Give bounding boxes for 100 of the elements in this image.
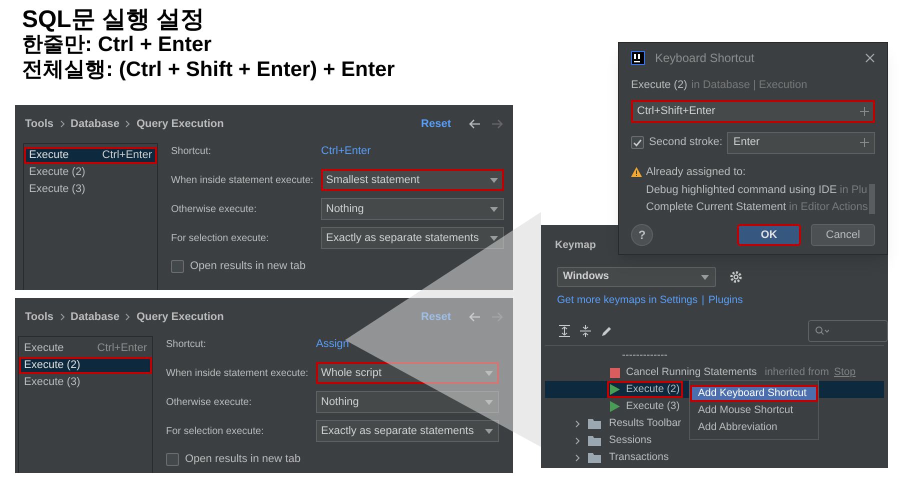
collapse-all-icon	[580, 325, 591, 337]
field-label: Otherwise execute:	[166, 396, 253, 410]
warning-text: Already assigned to:	[646, 164, 746, 180]
context-text: in Database | Execution	[691, 78, 808, 93]
conflict-action: Debug highlighted command using IDE	[646, 183, 837, 198]
checkbox[interactable]	[166, 452, 179, 466]
shortcut-link[interactable]: Ctrl+Enter	[321, 142, 371, 160]
caret-icon	[484, 428, 494, 434]
tree-item[interactable]: Sessions	[609, 432, 652, 448]
cancel-button[interactable]: Cancel	[811, 224, 875, 246]
link[interactable]: Plugins	[708, 294, 743, 307]
action-list-item[interactable]: Execute (3)	[19, 374, 152, 391]
tree-item[interactable]: Execute (2)	[607, 381, 683, 398]
reset-link[interactable]: Reset	[421, 116, 451, 132]
menu-item[interactable]: Add Keyboard Shortcut	[690, 385, 818, 402]
shortcut-field[interactable]: Enter	[727, 132, 875, 154]
action-list-item[interactable]: Execute (3)	[24, 181, 157, 198]
chevron-icon	[575, 454, 580, 462]
link[interactable]: Get more keymaps in Settings	[557, 294, 698, 307]
field-label: When inside statement execute:	[166, 366, 310, 380]
shortcut-field[interactable]: Ctrl+Shift+Enter	[631, 100, 875, 122]
action-label: Execute	[29, 148, 69, 164]
action-list-item[interactable]: Execute Ctrl+Enter	[19, 340, 152, 357]
keymap-dropdown[interactable]: Windows	[557, 267, 716, 287]
headline-text: 전체실행: (Ctrl + Shift + Enter) + Enter	[22, 57, 395, 82]
breadcrumb-item[interactable]: Database	[70, 308, 120, 326]
ok-button[interactable]: OK	[737, 224, 801, 246]
breadcrumb-item[interactable]: Query Execution	[136, 116, 224, 132]
action-list-item[interactable]: Execute Ctrl+Enter	[24, 147, 157, 164]
field-label: For selection execute:	[166, 424, 265, 438]
tree-item[interactable]: Transactions	[609, 450, 669, 466]
tree-item[interactable]: Cancel Running Statements	[607, 364, 760, 381]
action-label: Execute	[24, 341, 64, 356]
checkbox[interactable]	[171, 260, 184, 272]
menu-item[interactable]: Add Abbreviation	[690, 419, 818, 436]
folder-icon	[588, 452, 601, 462]
chevron-icon	[60, 120, 65, 128]
caret-icon	[489, 234, 499, 242]
close-icon	[865, 53, 875, 63]
action-name: Execute (2)	[631, 78, 688, 93]
checkbox-label: Open results in new tab	[190, 258, 306, 274]
help-button[interactable]: ?	[631, 224, 653, 246]
chevron-icon	[125, 120, 130, 128]
breadcrumb-item[interactable]: Database	[70, 116, 120, 132]
checkmark-icon	[633, 138, 642, 146]
action-list-item[interactable]: Execute (2)	[24, 164, 157, 181]
chevron-icon	[575, 420, 580, 428]
separator-text: -------------	[621, 348, 668, 363]
breadcrumb-item[interactable]: Tools	[25, 116, 54, 132]
shortcut-link[interactable]: Assign	[316, 336, 350, 352]
plus-icon	[860, 138, 869, 147]
forward-arrow-icon	[491, 119, 503, 129]
conflict-action: Complete Current Statement	[646, 200, 786, 215]
action-label: Execute (2)	[29, 165, 86, 180]
headline-text: 한줄만: Ctrl + Enter	[22, 32, 213, 57]
caret-icon	[700, 274, 710, 280]
dropdown[interactable]: Exactly as separate statements	[321, 227, 504, 249]
chevron-icon	[60, 313, 65, 321]
checkbox[interactable]	[631, 136, 644, 149]
action-label: Execute (3)	[24, 375, 80, 390]
field-label: Shortcut:	[171, 144, 212, 158]
back-arrow-icon	[469, 312, 481, 322]
caret-icon	[484, 398, 494, 406]
field-label: For selection execute:	[171, 232, 270, 246]
gear-icon	[729, 270, 743, 284]
checkbox-label: Second stroke:	[649, 135, 722, 150]
search-field[interactable]	[808, 320, 888, 342]
context-text: in Plu	[840, 183, 868, 198]
chevron-icon	[575, 436, 580, 444]
field-label: Otherwise execute:	[171, 202, 258, 216]
back-arrow-icon	[469, 119, 481, 129]
field-label: Shortcut:	[166, 338, 208, 352]
folder-icon	[588, 418, 601, 428]
dropdown[interactable]: Nothing	[316, 391, 499, 413]
play-icon	[610, 401, 620, 412]
shortcut-text: Ctrl+Enter	[102, 148, 152, 164]
play-icon	[610, 384, 620, 395]
dropdown[interactable]: Smallest statement	[321, 169, 504, 191]
breadcrumb-item[interactable]: Query Execution	[136, 308, 224, 326]
chevron-icon	[125, 313, 130, 321]
dropdown[interactable]: Whole script	[316, 362, 499, 384]
menu-item[interactable]: Add Mouse Shortcut	[690, 402, 818, 419]
panel-title: Keymap	[555, 239, 597, 252]
inherited-note: inherited from	[764, 364, 829, 380]
dropdown[interactable]: Exactly as separate statements	[316, 420, 499, 442]
caret-icon	[489, 176, 499, 184]
tree-item[interactable]: Execute (3)	[607, 398, 683, 415]
breadcrumb-item[interactable]: Tools	[25, 308, 54, 326]
stop-icon	[610, 368, 620, 378]
scrollbar-thumb	[869, 184, 875, 214]
tree-item[interactable]: Results Toolbar	[609, 416, 682, 432]
action-label: Execute (2)	[24, 358, 80, 374]
pencil-icon	[601, 325, 613, 337]
dialog-title: Keyboard Shortcut	[655, 50, 756, 67]
plus-icon	[860, 106, 869, 116]
dropdown[interactable]: Nothing	[321, 198, 504, 220]
action-list-item[interactable]: Execute (2)	[19, 357, 152, 374]
shortcut-text: Ctrl+Enter	[97, 341, 147, 356]
folder-icon	[588, 436, 601, 446]
warning-icon	[631, 166, 642, 177]
